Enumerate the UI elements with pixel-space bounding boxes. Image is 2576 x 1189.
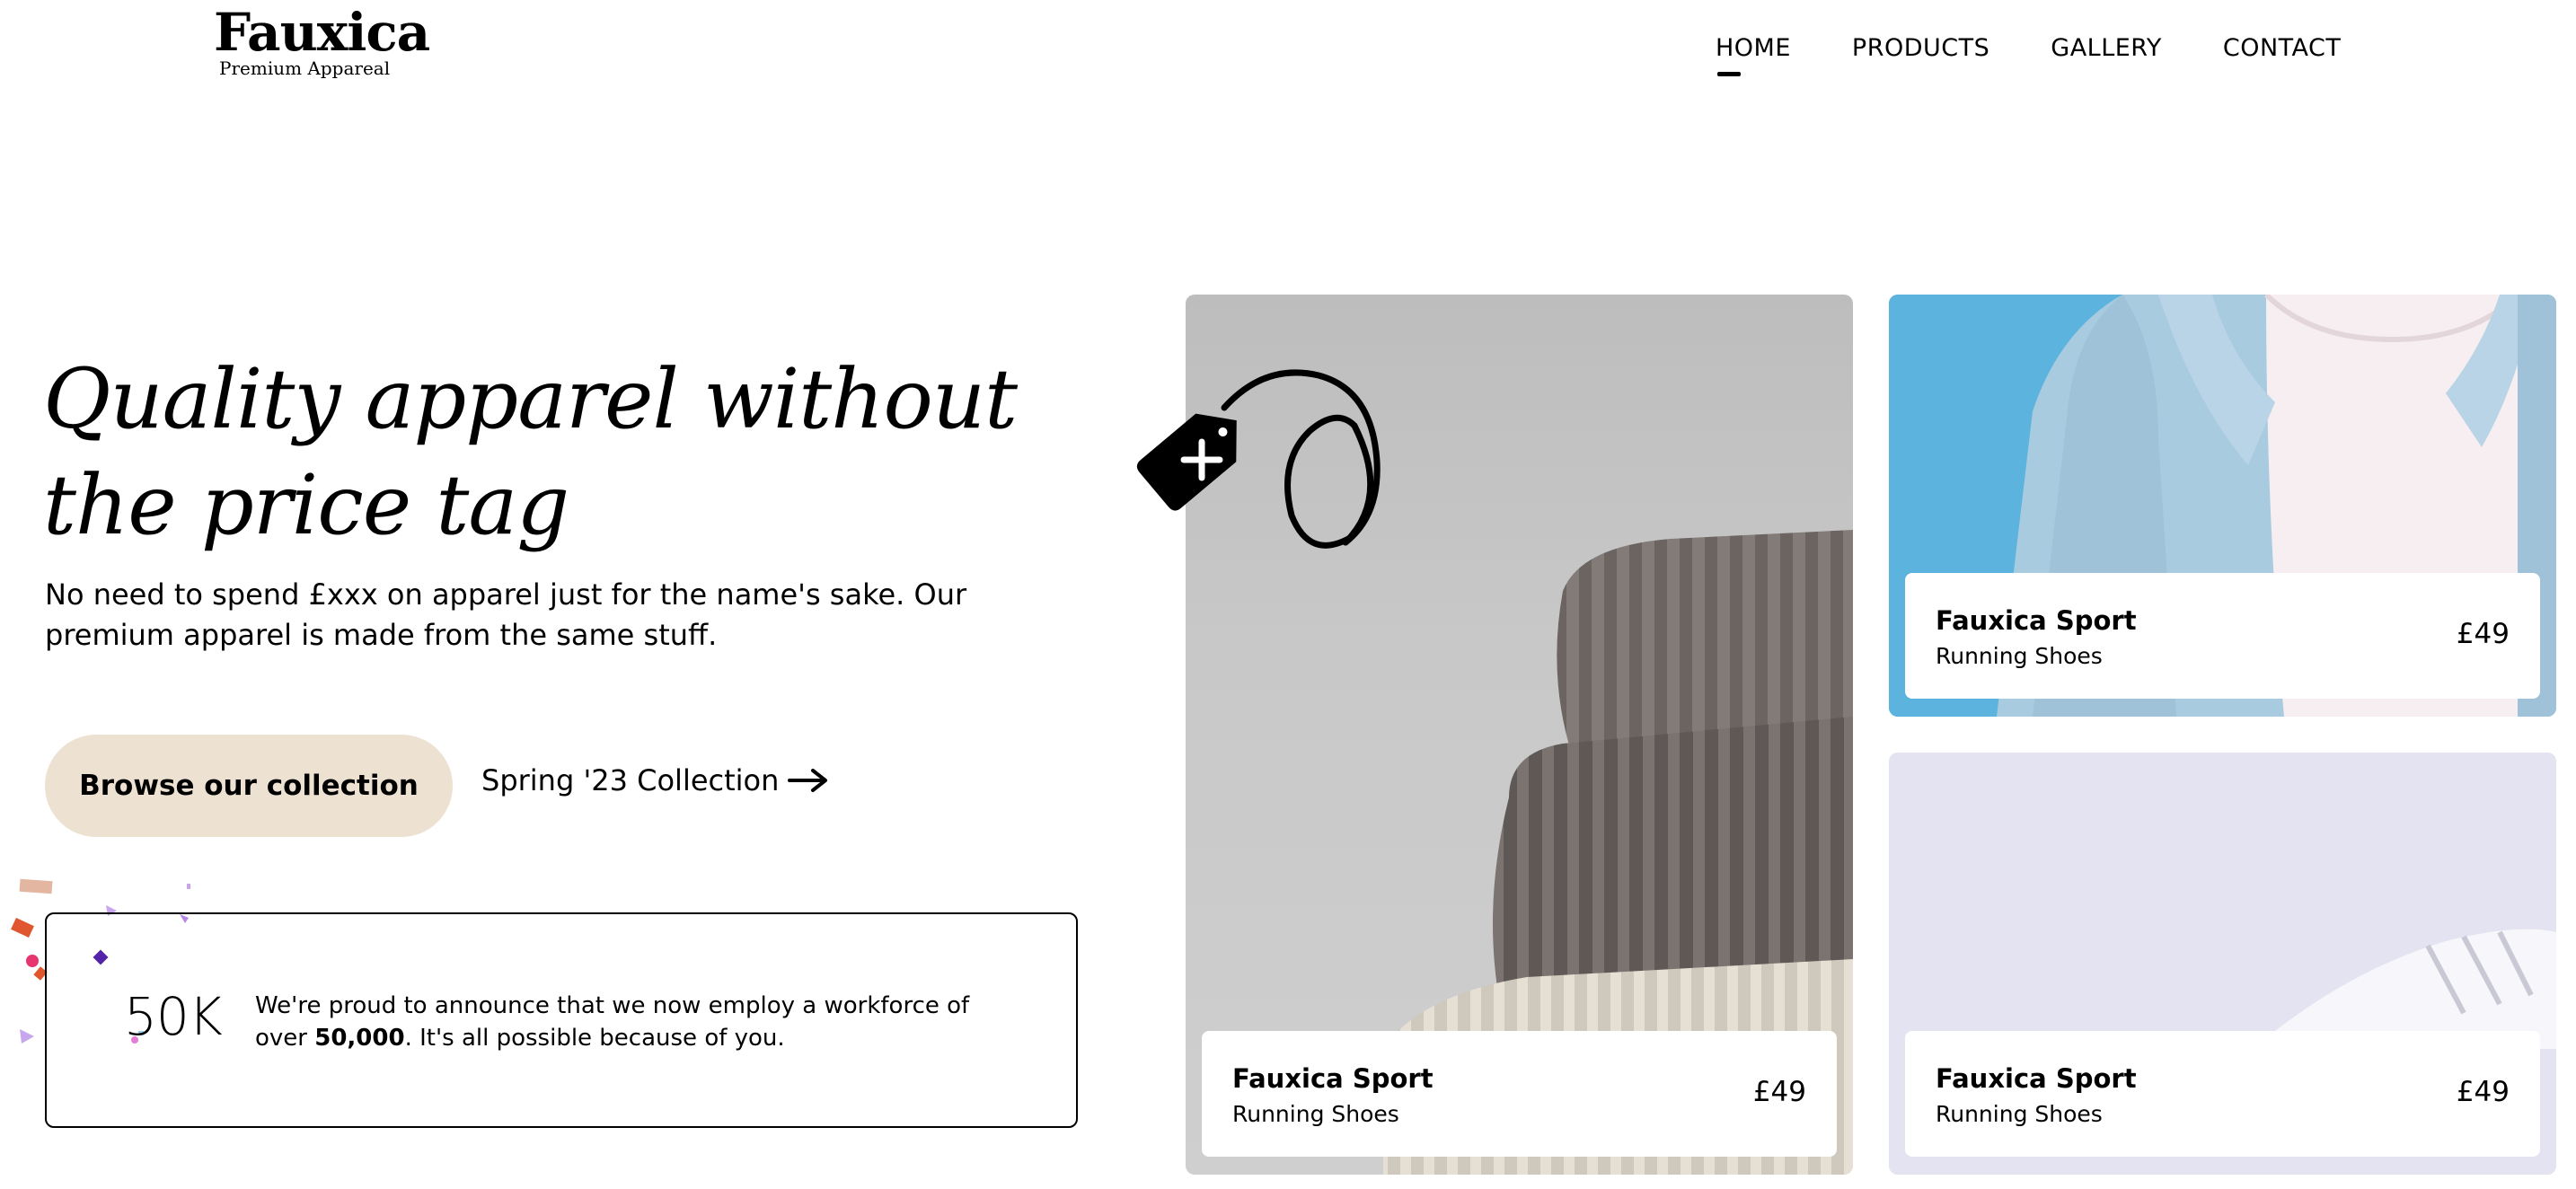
stat-text: We're proud to announce that we now empl…: [255, 990, 1001, 1054]
product-info: Fauxica Sport Running Shoes £49: [1202, 1031, 1837, 1157]
logo-title: Fauxica: [214, 2, 430, 63]
product-brand: Fauxica Sport: [1936, 1063, 2137, 1094]
browse-collection-button[interactable]: Browse our collection: [45, 735, 453, 837]
product-name: Running Shoes: [1232, 1101, 1399, 1127]
hero-subtitle: No need to spend £xxx on apparel just fo…: [45, 577, 967, 652]
hero-title: Quality apparel without the price tag: [43, 351, 1018, 553]
stat-text-bold: 50,000: [314, 1025, 405, 1052]
product-name: Running Shoes: [1936, 1101, 2103, 1127]
nav-products[interactable]: PRODUCTS: [1852, 34, 1989, 62]
product-price: £49: [1752, 1076, 1806, 1108]
price-tag-icon: [1136, 369, 1381, 549]
nav-home[interactable]: HOME: [1716, 34, 1791, 76]
spring-collection-label: Spring '23 Collection: [481, 763, 780, 797]
product-card[interactable]: Fauxica Sport Running Shoes £49: [1889, 753, 2556, 1175]
product-price: £49: [2456, 618, 2510, 650]
product-card[interactable]: Fauxica Sport Running Shoes £49: [1889, 295, 2556, 717]
nav-contact[interactable]: CONTACT: [2223, 34, 2342, 62]
stat-text-after: . It's all possible because of you.: [404, 1025, 785, 1052]
product-name: Running Shoes: [1936, 643, 2103, 669]
spring-collection-link[interactable]: Spring '23 Collection: [481, 763, 829, 797]
product-brand: Fauxica Sport: [1232, 1063, 1434, 1094]
product-info: Fauxica Sport Running Shoes £49: [1905, 1031, 2540, 1157]
product-info: Fauxica Sport Running Shoes £49: [1905, 573, 2540, 699]
logo[interactable]: Fauxica Premium Appareal: [214, 2, 430, 79]
product-brand: Fauxica Sport: [1936, 605, 2137, 636]
main-nav: HOME PRODUCTS GALLERY CONTACT: [1716, 34, 2402, 76]
nav-gallery[interactable]: GALLERY: [2051, 34, 2162, 62]
workforce-announcement: 50K We're proud to announce that we now …: [45, 912, 1078, 1128]
product-price: £49: [2456, 1076, 2510, 1108]
stat-number: 50K: [124, 986, 223, 1047]
arrow-right-icon: [788, 769, 828, 792]
